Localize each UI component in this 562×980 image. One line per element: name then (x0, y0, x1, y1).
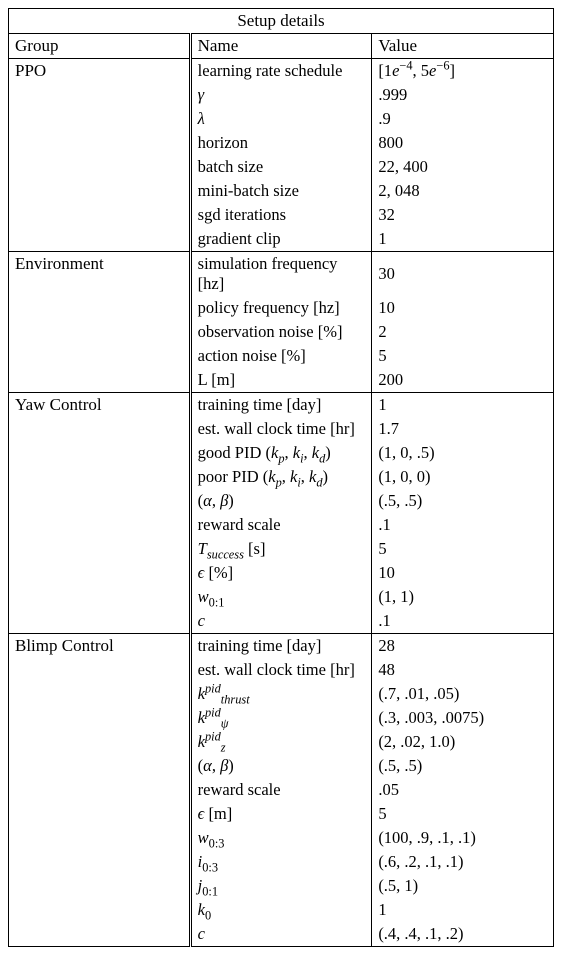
param-value: .1 (372, 513, 554, 537)
param-value: 1 (372, 393, 554, 418)
param-name: reward scale (190, 778, 372, 802)
param-value: 800 (372, 131, 554, 155)
param-name: ϵ [%] (190, 561, 372, 585)
param-name: training time [day] (190, 393, 372, 418)
setup-table: Setup details Group Name Value PPOlearni… (8, 8, 554, 947)
param-name: horizon (190, 131, 372, 155)
param-name: est. wall clock time [hr] (190, 417, 372, 441)
param-name: w0:3 (190, 826, 372, 850)
param-value: (1, 0, 0) (372, 465, 554, 489)
param-value: (.5, .5) (372, 754, 554, 778)
param-name: simulation frequency [hz] (190, 252, 372, 297)
table-row: Yaw Controltraining time [day]1 (9, 393, 554, 418)
table-row: Environmentsimulation frequency [hz]30 (9, 252, 554, 297)
param-name: kpidthrust (190, 682, 372, 706)
param-name: est. wall clock time [hr] (190, 658, 372, 682)
param-name: mini-batch size (190, 179, 372, 203)
param-value: (100, .9, .1, .1) (372, 826, 554, 850)
param-value: .9 (372, 107, 554, 131)
param-name: training time [day] (190, 634, 372, 659)
param-name: ϵ [m] (190, 802, 372, 826)
param-value: 28 (372, 634, 554, 659)
param-name: c (190, 922, 372, 947)
table-header-row: Group Name Value (9, 34, 554, 59)
param-name: w0:1 (190, 585, 372, 609)
param-value: 1 (372, 898, 554, 922)
table-title: Setup details (9, 9, 554, 34)
param-name: L [m] (190, 368, 372, 393)
param-value: (.5, 1) (372, 874, 554, 898)
param-value: 2 (372, 320, 554, 344)
param-name: j0:1 (190, 874, 372, 898)
param-value: (.4, .4, .1, .2) (372, 922, 554, 947)
param-name: kpidψ (190, 706, 372, 730)
param-value: [1e−4, 5e−6] (372, 59, 554, 84)
param-value: (2, .02, 1.0) (372, 730, 554, 754)
param-value: 22, 400 (372, 155, 554, 179)
param-name: Tsuccess [s] (190, 537, 372, 561)
param-name: policy frequency [hz] (190, 296, 372, 320)
param-name: i0:3 (190, 850, 372, 874)
param-name: learning rate schedule (190, 59, 372, 84)
param-name: γ (190, 83, 372, 107)
param-name: poor PID (kp, ki, kd) (190, 465, 372, 489)
param-value: 10 (372, 296, 554, 320)
param-name: c (190, 609, 372, 634)
param-value: 10 (372, 561, 554, 585)
header-group: Group (9, 34, 191, 59)
param-value: 5 (372, 344, 554, 368)
param-value: .05 (372, 778, 554, 802)
table-row: PPOlearning rate schedule[1e−4, 5e−6] (9, 59, 554, 84)
param-value: .1 (372, 609, 554, 634)
param-value: (.7, .01, .05) (372, 682, 554, 706)
header-name: Name (190, 34, 372, 59)
group-label: PPO (9, 59, 191, 252)
param-value: 32 (372, 203, 554, 227)
param-value: (.6, .2, .1, .1) (372, 850, 554, 874)
param-name: (α, β) (190, 754, 372, 778)
param-name: k0 (190, 898, 372, 922)
param-value: .999 (372, 83, 554, 107)
param-name: reward scale (190, 513, 372, 537)
param-value: 2, 048 (372, 179, 554, 203)
param-name: good PID (kp, ki, kd) (190, 441, 372, 465)
param-value: (.5, .5) (372, 489, 554, 513)
param-name: λ (190, 107, 372, 131)
param-value: (1, 1) (372, 585, 554, 609)
param-name: (α, β) (190, 489, 372, 513)
param-name: kpidz (190, 730, 372, 754)
group-label: Blimp Control (9, 634, 191, 947)
header-value: Value (372, 34, 554, 59)
param-value: (.3, .003, .0075) (372, 706, 554, 730)
param-value: 5 (372, 537, 554, 561)
param-value: 5 (372, 802, 554, 826)
group-label: Yaw Control (9, 393, 191, 634)
param-value: 48 (372, 658, 554, 682)
param-value: 1.7 (372, 417, 554, 441)
param-name: observation noise [%] (190, 320, 372, 344)
param-value: 30 (372, 252, 554, 297)
param-value: (1, 0, .5) (372, 441, 554, 465)
group-label: Environment (9, 252, 191, 393)
table-row: Blimp Controltraining time [day]28 (9, 634, 554, 659)
param-name: sgd iterations (190, 203, 372, 227)
param-value: 200 (372, 368, 554, 393)
param-value: 1 (372, 227, 554, 252)
param-name: action noise [%] (190, 344, 372, 368)
param-name: gradient clip (190, 227, 372, 252)
param-name: batch size (190, 155, 372, 179)
